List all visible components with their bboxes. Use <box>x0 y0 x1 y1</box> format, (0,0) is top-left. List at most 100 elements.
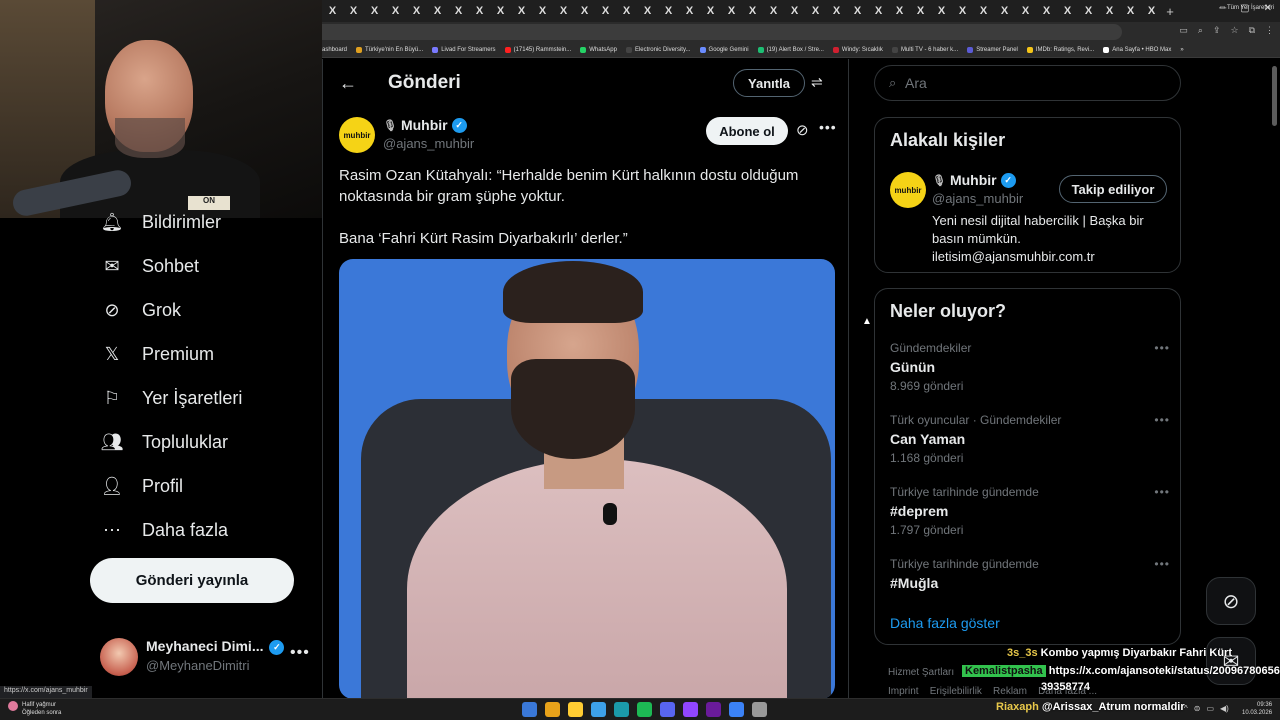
trend-item[interactable]: Türkiye tarihinde gündemde #deprem 1.797 g… <box>890 485 1170 545</box>
tab-close-icon[interactable]: X <box>364 5 385 17</box>
battery-icon[interactable]: ▭ <box>1206 704 1214 713</box>
tab-close-icon[interactable]: X <box>973 5 994 17</box>
post-avatar[interactable]: muhbir <box>339 117 375 153</box>
bookmark-item[interactable]: (19) Alert Box / Stre... <box>757 46 824 53</box>
chevron-up-icon[interactable]: ^ <box>1184 704 1188 713</box>
zoom-icon[interactable]: ⌕ <box>1198 25 1203 36</box>
tab-close-icon[interactable]: X <box>1099 5 1120 17</box>
related-avatar[interactable]: muhbir <box>890 172 926 208</box>
post-more-icon[interactable]: ••• <box>819 119 837 135</box>
related-handle[interactable]: @ajans_muhbir <box>932 191 1023 206</box>
account-switcher[interactable]: Meyhaneci Dimi... ✓ @MeyhaneDimitri ••• <box>100 636 315 678</box>
taskbar-app-icon[interactable] <box>568 702 583 717</box>
bookmark-item[interactable]: Multi TV - 6 haber k... <box>891 46 958 53</box>
tab-close-icon[interactable]: X <box>931 5 952 17</box>
taskbar-app-icon[interactable] <box>614 702 629 717</box>
search-input[interactable]: ⌕ Ara <box>874 65 1181 101</box>
tab-close-icon[interactable]: X <box>1057 5 1078 17</box>
trend-item[interactable]: Gündemdekiler Günün 8.969 gönderi ••• <box>890 341 1170 401</box>
post-author[interactable]: 🎙 Muhbir ✓ <box>383 117 467 133</box>
clock[interactable]: 09:36 10.03.2026 <box>1242 701 1272 717</box>
tab-close-icon[interactable]: X <box>637 5 658 17</box>
bookmark-item[interactable]: IMDb: Ratings, Revi... <box>1026 46 1094 53</box>
tab-close-icon[interactable]: X <box>406 5 427 17</box>
trend-more-icon[interactable]: ••• <box>1154 413 1170 427</box>
star-icon[interactable]: ☆ <box>1230 25 1238 36</box>
tab-close-icon[interactable]: X <box>826 5 847 17</box>
tab-close-icon[interactable]: X <box>553 5 574 17</box>
bookmark-item[interactable]: WhatsApp <box>580 46 617 53</box>
install-icon[interactable]: ▭ <box>1179 25 1188 36</box>
trend-item[interactable]: Türk oyuncular · Gündemdekiler Can Yaman 1… <box>890 413 1170 473</box>
tab-close-icon[interactable]: X <box>952 5 973 17</box>
tab-close-icon[interactable]: X <box>343 5 364 17</box>
taskbar-app-icon[interactable] <box>545 702 560 717</box>
related-name[interactable]: 🎙 Muhbir ✓ <box>932 172 1016 188</box>
nav-item-sohbet[interactable]: ✉ Sohbet <box>100 246 199 286</box>
bookmarks-overflow-icon[interactable]: » <box>1180 47 1183 53</box>
tab-close-icon[interactable]: X <box>448 5 469 17</box>
nav-item-bildirimler[interactable]: 🔔︎ Bildirimler <box>100 202 221 242</box>
bookmark-item[interactable]: Livad For Streamers <box>432 46 496 53</box>
nav-item-grok[interactable]: ⊘ Grok <box>100 290 181 330</box>
tab-close-icon[interactable]: X <box>532 5 553 17</box>
tab-close-icon[interactable]: X <box>910 5 931 17</box>
trend-more-icon[interactable]: ••• <box>1154 485 1170 499</box>
taskbar-app-icon[interactable] <box>660 702 675 717</box>
terms-link[interactable]: Hizmet Şartları <box>888 667 954 678</box>
show-more-link[interactable]: Daha fazla göster <box>890 615 1000 631</box>
tab-close-icon[interactable]: X <box>616 5 637 17</box>
filter-icon[interactable]: ⇌ <box>811 74 823 91</box>
volume-icon[interactable]: ◀) <box>1220 704 1229 713</box>
bookmark-item[interactable]: Ana Sayfa • HBO Max <box>1103 46 1171 53</box>
taskbar-app-icon[interactable] <box>729 702 744 717</box>
tab-close-icon[interactable]: X <box>679 5 700 17</box>
bookmark-item[interactable]: Electronic Diversity... <box>625 46 691 53</box>
taskbar-app-icon[interactable] <box>752 702 767 717</box>
all-bookmarks[interactable]: ▭ Tüm Yer İşaretleri <box>1220 4 1274 11</box>
tab-close-icon[interactable]: X <box>511 5 532 17</box>
taskbar-app-icon[interactable] <box>522 702 537 717</box>
share-icon[interactable]: ⇪ <box>1213 25 1221 36</box>
tab-close-icon[interactable]: X <box>1036 5 1057 17</box>
bookmark-item[interactable]: ashboard <box>322 47 347 53</box>
tab-close-icon[interactable]: X <box>868 5 889 17</box>
bookmark-item[interactable]: (17145) Rammstein... <box>504 46 571 53</box>
following-button[interactable]: Takip ediliyor <box>1059 175 1167 203</box>
tab-close-icon[interactable]: X <box>847 5 868 17</box>
bookmark-item[interactable]: Türkiye'nin En Büyü... <box>356 46 423 53</box>
grok-fab-icon[interactable]: ⊘ <box>1206 577 1256 625</box>
scrollbar-thumb[interactable] <box>1272 66 1277 126</box>
grok-icon[interactable]: ⊘ <box>796 121 809 139</box>
taskbar-app-icon[interactable] <box>637 702 652 717</box>
tab-close-icon[interactable]: X <box>805 5 826 17</box>
tab-close-icon[interactable]: X <box>763 5 784 17</box>
tab-close-icon[interactable]: X <box>721 5 742 17</box>
network-icon[interactable]: ⊜ <box>1194 704 1201 713</box>
tab-close-icon[interactable]: X <box>469 5 490 17</box>
trend-more-icon[interactable]: ••• <box>1154 341 1170 355</box>
tab-close-icon[interactable]: X <box>1120 5 1141 17</box>
tab-close-icon[interactable]: X <box>1015 5 1036 17</box>
bookmark-item[interactable]: Windy: Sıcaklık <box>832 46 883 53</box>
imprint-link[interactable]: Imprint <box>888 686 919 697</box>
tab-close-icon[interactable]: X <box>490 5 511 17</box>
tab-close-icon[interactable]: X <box>1141 5 1162 17</box>
nav-item-daha-fazla[interactable]: ⋯ Daha fazla <box>100 510 228 550</box>
back-arrow-icon[interactable]: ← <box>339 73 357 94</box>
post-image[interactable] <box>339 259 835 699</box>
trend-item[interactable]: Türkiye tarihinde gündemde #Muğla ••• <box>890 557 1170 617</box>
nav-item-premium[interactable]: 𝕏 Premium <box>100 334 214 374</box>
nav-item-profil[interactable]: 👤︎ Profil <box>100 466 183 506</box>
taskbar-app-icon[interactable] <box>683 702 698 717</box>
tab-close-icon[interactable]: X <box>427 5 448 17</box>
nav-item-topluluklar[interactable]: 👥︎ Topluluklar <box>100 422 228 462</box>
taskbar-app-icon[interactable] <box>706 702 721 717</box>
post-handle[interactable]: @ajans_muhbir <box>383 136 474 151</box>
tab-close-icon[interactable]: X <box>595 5 616 17</box>
trend-more-icon[interactable]: ••• <box>1154 557 1170 571</box>
tab-close-icon[interactable]: X <box>784 5 805 17</box>
url-field[interactable] <box>322 24 1122 40</box>
account-more-icon[interactable]: ••• <box>290 644 310 662</box>
bookmark-item[interactable]: Google Gemini <box>699 46 749 53</box>
